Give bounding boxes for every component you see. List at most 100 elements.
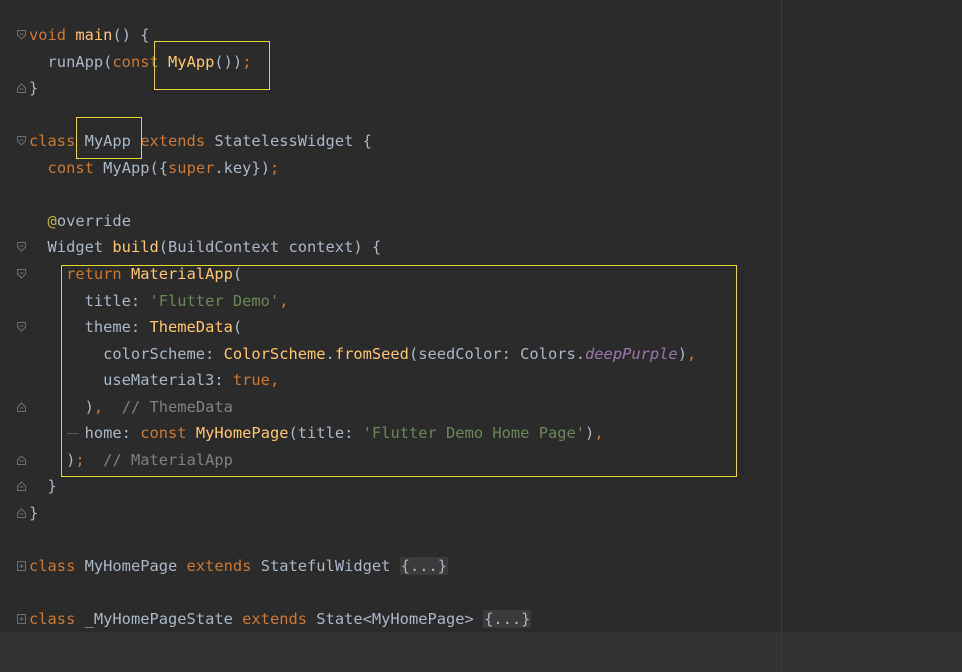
code-line[interactable]: ), // ThemeData [29, 394, 233, 420]
code-token: const [112, 52, 159, 71]
fold-expand-icon[interactable] [17, 561, 26, 571]
code-editor[interactable]: void main() { runApp(const MyApp());} cla… [0, 0, 962, 672]
code-token: MyApp [75, 132, 141, 151]
folded-region[interactable]: {...} [399, 557, 449, 575]
code-token: } [29, 477, 57, 496]
code-token: super [168, 158, 215, 177]
code-token: // ThemeData [121, 397, 233, 416]
code-token: extends [186, 557, 252, 575]
code-token: return [66, 264, 122, 283]
code-token: ; [269, 158, 280, 177]
code-token: ( [232, 318, 243, 337]
code-token: , [93, 397, 104, 416]
fold-collapse-icon[interactable] [17, 401, 26, 412]
code-line[interactable]: @override [29, 208, 131, 234]
code-token: Widget [29, 238, 113, 257]
code-token: ) [677, 344, 687, 363]
code-token: } [29, 79, 39, 98]
code-token: theme: [29, 318, 150, 337]
code-line[interactable]: void main() { [29, 22, 150, 48]
code-line[interactable]: Widget build(BuildContext context) { [29, 234, 382, 260]
code-token: StatelessWidget { [205, 132, 372, 151]
folded-region[interactable]: {...} [483, 610, 532, 629]
code-token: main [75, 26, 113, 44]
code-token: . [325, 344, 335, 363]
code-token: , [269, 371, 280, 390]
code-token: @ [47, 211, 57, 230]
code-token: const [140, 424, 187, 443]
code-token: ) [29, 450, 76, 469]
code-token: home: [29, 424, 141, 443]
code-token: , [686, 344, 697, 363]
code-token: .key}) [214, 158, 270, 177]
code-line[interactable]: class MyApp extends StatelessWidget { [29, 128, 372, 154]
current-line-highlight [0, 632, 962, 672]
code-line[interactable]: const MyApp({super.key}); [29, 155, 280, 181]
fold-collapse-icon[interactable] [17, 268, 26, 279]
fold-collapse-icon[interactable] [17, 242, 26, 253]
code-token: 'Flutter Demo Home Page' [362, 424, 586, 443]
code-token: (seedColor: Colors. [408, 344, 586, 363]
code-token: void [29, 26, 67, 44]
code-line[interactable]: theme: ThemeData( [29, 314, 243, 340]
code-token: ThemeData [149, 318, 233, 337]
code-token: ) [585, 424, 595, 443]
code-token: build [112, 238, 159, 257]
fold-expand-icon[interactable] [17, 614, 26, 625]
code-line[interactable]: runApp(const MyApp()); [29, 49, 252, 75]
fold-collapse-icon[interactable] [17, 83, 26, 94]
fold-collapse-icon[interactable] [17, 455, 26, 465]
editor-gutter [0, 0, 28, 672]
code-line[interactable]: class _MyHomePageState extends State<MyH… [29, 606, 532, 632]
code-token: ( [232, 264, 243, 283]
fold-collapse-icon[interactable] [17, 136, 26, 146]
code-token: class [29, 610, 76, 629]
fold-collapse-icon[interactable] [17, 322, 26, 332]
fold-collapse-icon[interactable] [17, 481, 26, 492]
code-token: runApp( [29, 52, 113, 71]
code-line[interactable]: useMaterial3: true, [29, 367, 279, 393]
code-token: class [29, 557, 76, 575]
code-line[interactable]: } [29, 473, 57, 499]
code-line[interactable]: class MyHomePage extends StatefulWidget … [29, 553, 449, 579]
code-token: // MaterialApp [103, 450, 233, 469]
code-token: (title: [288, 424, 363, 443]
fold-collapse-icon[interactable] [17, 30, 26, 40]
code-line[interactable]: home: const MyHomePage(title: 'Flutter D… [29, 420, 604, 446]
code-line[interactable]: colorScheme: ColorScheme.fromSeed(seedCo… [29, 341, 696, 367]
code-token: useMaterial3: [29, 371, 233, 390]
code-token: MyApp({ [93, 158, 169, 177]
code-line[interactable]: ); // MaterialApp [29, 447, 233, 473]
code-line[interactable]: return MaterialApp( [29, 261, 242, 287]
code-token: ColorScheme [223, 344, 326, 363]
fold-collapse-icon[interactable] [17, 508, 26, 518]
code-line[interactable]: } [29, 75, 38, 101]
code-line[interactable]: } [29, 500, 38, 526]
code-token: (BuildContext context) { [158, 238, 382, 257]
code-token: ; [242, 52, 252, 71]
code-token: const [47, 158, 94, 177]
code-token: extends [140, 132, 206, 151]
code-token: , [279, 291, 289, 310]
code-token: MyHomePage [75, 557, 187, 575]
code-token: true [232, 371, 270, 390]
code-token: _MyHomePageState [75, 610, 243, 629]
code-token: ; [75, 450, 85, 469]
code-token: fromSeed [334, 344, 409, 363]
code-token: 'Flutter Demo' [149, 291, 280, 310]
right-margin-guide [781, 0, 782, 672]
code-token: ()) [214, 52, 243, 71]
code-line[interactable]: title: 'Flutter Demo', [29, 288, 289, 314]
code-token: class [29, 132, 76, 151]
code-token: () { [112, 26, 150, 44]
code-token: MyHomePage [195, 424, 289, 443]
